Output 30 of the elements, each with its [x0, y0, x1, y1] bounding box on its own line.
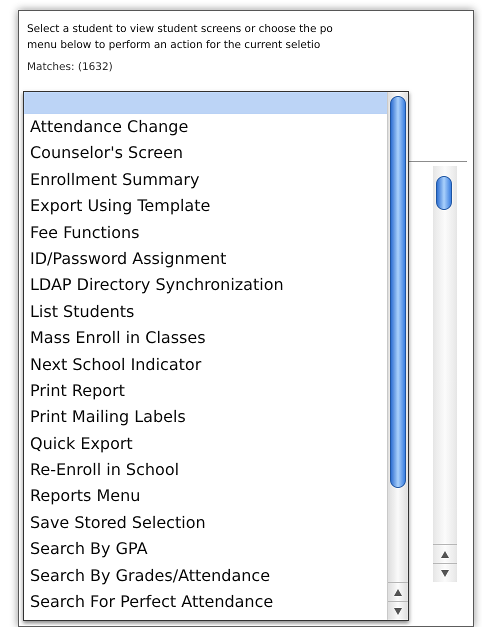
instruction-text: menu below to perform an action for the current seletio: [27, 38, 320, 53]
scrollbar-thumb[interactable]: [436, 176, 452, 210]
menu-item[interactable]: Reports Menu: [24, 483, 387, 510]
matches-count: Matches: (1632): [27, 61, 113, 73]
menu-item[interactable]: Counselor's Screen: [24, 140, 387, 167]
menu-item[interactable]: Quick Export: [24, 430, 387, 458]
up-arrow-icon[interactable]: [394, 588, 402, 596]
menu-item[interactable]: Search For Perfect Attendance: [24, 589, 387, 616]
menu-item[interactable]: LDAP Directory Synchronization: [24, 272, 387, 299]
menu-item[interactable]: ID/Password Assignment: [24, 246, 387, 272]
menu-item[interactable]: Re-Enroll in School: [24, 457, 387, 484]
menu-item[interactable]: Next School Indicator: [24, 352, 387, 378]
down-arrow-icon[interactable]: [441, 570, 449, 576]
menu-item[interactable]: Search By Grades/Attendance: [24, 562, 387, 590]
menu-item[interactable]: Attendance Change: [24, 114, 387, 140]
menu-item[interactable]: Print Report: [24, 378, 387, 404]
menu-item[interactable]: Mass Enroll in Classes: [24, 325, 387, 352]
instruction-text: Select a student to view student screens or choose the po: [27, 22, 333, 37]
scrollbar-thumb[interactable]: [390, 96, 406, 488]
scrollbar[interactable]: [433, 166, 457, 582]
menu-item[interactable]: Fee Functions: [24, 220, 387, 246]
menu-item[interactable]: List Students: [24, 298, 387, 326]
menu-item[interactable]: Save Stored Selection: [24, 510, 387, 536]
up-arrow-icon[interactable]: [441, 550, 449, 558]
menu-item[interactable]: Search By GPA: [24, 536, 387, 563]
menu-item[interactable]: Export Using Template: [24, 193, 387, 220]
scrollbar[interactable]: [387, 92, 408, 620]
menu-item[interactable]: Enrollment Summary: [24, 166, 387, 194]
menu-item[interactable]: Print Mailing Labels: [24, 404, 387, 431]
down-arrow-icon[interactable]: [394, 608, 402, 614]
